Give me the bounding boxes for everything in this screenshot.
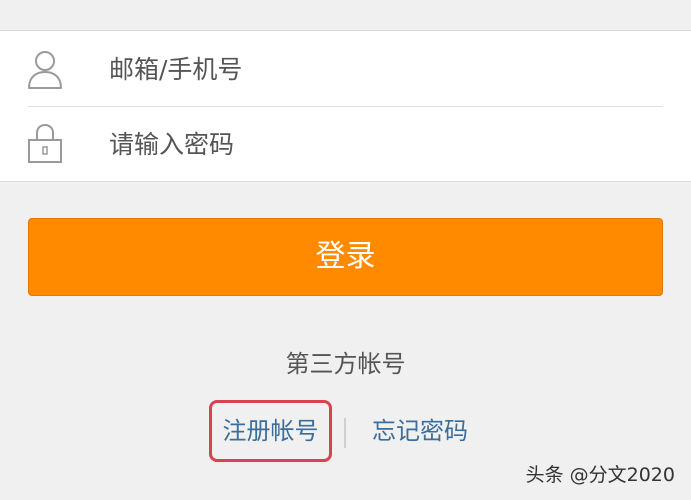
password-input[interactable] <box>109 123 649 165</box>
username-row <box>0 31 691 106</box>
link-separator <box>344 418 346 448</box>
username-input[interactable] <box>109 48 649 90</box>
third-party-account-label[interactable]: 第三方帐号 <box>0 344 691 379</box>
register-account-link[interactable]: 注册帐号 <box>209 400 332 462</box>
user-icon <box>28 51 62 89</box>
login-button[interactable]: 登录 <box>28 218 663 296</box>
login-form-card <box>0 30 691 182</box>
lock-icon <box>28 123 62 163</box>
watermark: 头条 @分文2020 <box>525 464 675 486</box>
forgot-password-link[interactable]: 忘记密码 <box>372 400 468 462</box>
password-row <box>0 106 691 181</box>
